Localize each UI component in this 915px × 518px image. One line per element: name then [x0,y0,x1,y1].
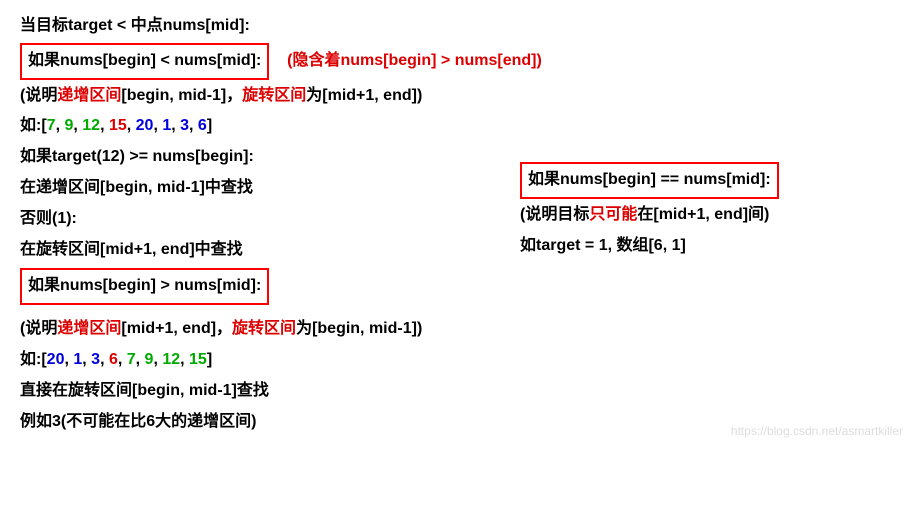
case1-row: 如果nums[begin] < nums[mid]: (隐含着nums[begi… [20,43,895,80]
arr2-v: 15 [189,351,207,368]
implication-post: ) [536,52,541,69]
arr2-s: , [136,351,145,368]
case3-box: 如果nums[begin] == nums[mid]: [520,162,779,199]
arr1-s: , [153,117,162,134]
arr2-pre: 如:[ [20,351,47,368]
arr1-s: , [189,117,198,134]
arr2-v: 7 [127,351,136,368]
watermark: https://blog.csdn.net/asmartkiller [731,421,903,443]
array1: 如:[7, 9, 12, 15, 20, 1, 3, 6] [20,112,895,141]
desc1-c: [begin, mid-1]， [121,87,242,104]
arr2-v: 12 [162,351,180,368]
arr1-post: ] [207,117,212,134]
arr1-v: 7 [47,117,56,134]
arr1-v: 6 [198,117,207,134]
desc2-e: 为[begin, mid-1]) [296,320,422,337]
desc2: (说明递增区间[mid+1, end]，旋转区间为[begin, mid-1]) [20,315,895,344]
arr1-v: 12 [82,117,100,134]
side-case: 如果nums[begin] == nums[mid]: (说明目标只可能在[mi… [520,160,890,262]
arr2-v: 3 [91,351,100,368]
case2-row: 如果nums[begin] > nums[mid]: [20,268,895,305]
side-desc: (说明目标只可能在[mid+1, end]间) [520,201,890,230]
arr2-s: , [180,351,189,368]
case1-box: 如果nums[begin] < nums[mid]: [20,43,269,80]
arr2-s: , [153,351,162,368]
side-eg: 如target = 1, 数组[6, 1] [520,232,890,261]
arr1-s: , [73,117,82,134]
direct-line: 直接在旋转区间[begin, mid-1]查找 [20,377,895,406]
desc2-c: [mid+1, end]， [121,320,232,337]
implication-code: nums[begin] > nums[end] [340,52,536,69]
arr2-s: , [100,351,109,368]
arr1-v: 1 [162,117,171,134]
arr2-post: ] [207,351,212,368]
arr1-s: , [127,117,136,134]
side-desc-c: 在[mid+1, end]间) [637,206,769,223]
side-desc-a: (说明目标 [520,206,589,223]
arr1-v: 3 [180,117,189,134]
arr2-v: 1 [73,351,82,368]
desc1-d: 旋转区间 [242,87,306,104]
arr2-v: 6 [109,351,118,368]
arr2-v: 20 [47,351,65,368]
implication-pre: (隐含着 [287,52,340,69]
arr2-s: , [118,351,127,368]
desc2-d: 旋转区间 [232,320,296,337]
case2-box: 如果nums[begin] > nums[mid]: [20,268,269,305]
arr1-s: , [100,117,109,134]
arr2-s: , [82,351,91,368]
desc1-a: (说明 [20,87,57,104]
desc1-e: 为[mid+1, end]) [306,87,422,104]
array2: 如:[20, 1, 3, 6, 7, 9, 12, 15] [20,346,895,375]
side-desc-b: 只可能 [589,206,637,223]
desc2-b: 递增区间 [57,320,121,337]
heading-line: 当目标target < 中点nums[mid]: [20,12,895,41]
desc1: (说明递增区间[begin, mid-1]，旋转区间为[mid+1, end]) [20,82,895,111]
desc1-b: 递增区间 [57,87,121,104]
desc2-a: (说明 [20,320,57,337]
arr1-v: 20 [136,117,154,134]
arr1-s: , [171,117,180,134]
arr1-v: 15 [109,117,127,134]
arr1-pre: 如:[ [20,117,47,134]
